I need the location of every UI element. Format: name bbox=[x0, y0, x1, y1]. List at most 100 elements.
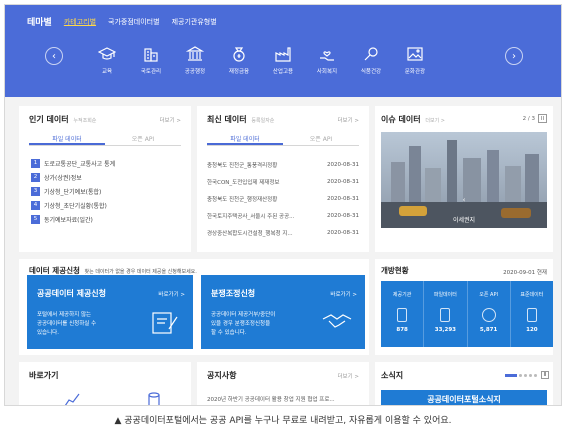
category-land[interactable]: 국토관리 bbox=[129, 45, 173, 75]
list-item[interactable]: 4 기상청_초단기실황(통합) bbox=[31, 198, 115, 212]
issue-data-panel: 이슈 데이터 더보기 > 2 / 3 II ‹ 이세권지 bbox=[375, 106, 553, 252]
slide-pager: 2 / 3 bbox=[522, 116, 535, 122]
building-icon bbox=[397, 308, 408, 322]
pause-button[interactable]: II bbox=[538, 114, 547, 123]
more-link[interactable]: 더보기 > bbox=[425, 118, 445, 124]
panel-title: 소식지 bbox=[381, 371, 404, 380]
chart-icon[interactable] bbox=[63, 392, 81, 406]
slide-dot[interactable] bbox=[519, 374, 522, 377]
tab-national-key-data[interactable]: 국가중점데이터별 bbox=[108, 17, 160, 27]
dispute-mediation-card[interactable]: 분쟁조정신청 바로가기 > 공공데이터 제공거부/중단이 있을 경우 분쟁조정신청… bbox=[201, 275, 365, 349]
document-pen-icon bbox=[152, 312, 178, 334]
portal-screenshot: 테마별 카테고리별 국가중점데이터별 제공기관유형별 ‹ › 교육 국토관리 공… bbox=[4, 4, 562, 406]
newsletter-panel: 소식지 II 공공데이터포털소식지 bbox=[375, 362, 553, 405]
slide-dot[interactable] bbox=[524, 374, 527, 377]
tab-open-api[interactable]: 오픈 API bbox=[105, 132, 181, 145]
category-food-health[interactable]: 식품건강 bbox=[349, 45, 393, 75]
list-item[interactable]: 경상중산복합도시건설청_행복청 지... 2020-08-31 bbox=[207, 224, 359, 241]
factory-icon bbox=[275, 47, 291, 62]
more-link[interactable]: 더보기 > bbox=[159, 116, 181, 124]
money-bag-icon bbox=[233, 47, 245, 62]
building-icon bbox=[144, 48, 158, 62]
card-title: 분쟁조정신청 bbox=[211, 289, 256, 298]
city-skyline-image: ‹ bbox=[381, 140, 547, 228]
stat-standard-data[interactable]: 표준데이터 120 bbox=[511, 281, 553, 347]
category-finance[interactable]: 재정금융 bbox=[217, 45, 261, 75]
recent-data-panel: 최신 데이터 등록일자순 더보기 > 파일 데이터 오픈 API 충청북도 진천… bbox=[197, 106, 369, 252]
prev-arrow-icon[interactable]: ‹ bbox=[45, 47, 63, 65]
slide-caption: 이세권지 bbox=[452, 217, 476, 224]
file-icon bbox=[440, 308, 451, 322]
tab-provider-type[interactable]: 제공기관유형별 bbox=[172, 17, 217, 27]
svg-text:‹: ‹ bbox=[463, 196, 466, 204]
status-date: 2020-09-01 현재 bbox=[503, 270, 547, 276]
category-list: 교육 국토관리 공공행정 재정금융 산업고용 사회복지 식품건강 문화관광 bbox=[85, 45, 437, 75]
magnifier-icon bbox=[364, 47, 378, 61]
category-industry[interactable]: 산업고용 bbox=[261, 45, 305, 75]
panel-title: 공지사항 bbox=[207, 371, 237, 380]
panel-title: 최신 데이터 bbox=[207, 115, 247, 124]
graduation-cap-icon bbox=[98, 47, 116, 60]
next-arrow-icon[interactable]: › bbox=[505, 47, 523, 65]
panel-subtitle: 등록일자순 bbox=[251, 118, 275, 124]
stat-open-api[interactable]: 오픈 API 5,871 bbox=[468, 281, 511, 347]
top-tabs: 테마별 카테고리별 국가중점데이터별 제공기관유형별 bbox=[27, 15, 217, 29]
tab-category[interactable]: 카테고리별 bbox=[64, 17, 96, 27]
slide-dot[interactable] bbox=[505, 374, 517, 377]
list-item[interactable]: 한국CON_도전입입제 제재정보 2020-08-31 bbox=[207, 173, 359, 190]
more-link[interactable]: 더보기 > bbox=[337, 116, 359, 124]
category-welfare[interactable]: 사회복지 bbox=[305, 45, 349, 75]
notice-item[interactable]: 2020년 하반기 공공데이터 활용 창업 지원 협업 프로... bbox=[207, 395, 335, 403]
slide-dot[interactable] bbox=[534, 374, 537, 377]
more-link[interactable]: 더보기 > bbox=[337, 372, 359, 380]
popular-list: 1 도로교통공단_교통사고 통계 2 상가(상권)정보 3 기상청_단기예보(통합) … bbox=[31, 156, 115, 226]
go-link[interactable]: 바로가기 > bbox=[158, 290, 185, 298]
panel-title: 개방현황 bbox=[381, 266, 409, 275]
stats-bar: 제공기관 878 파일데이터 33,293 오픈 API 5,871 표준데이터 120 bbox=[381, 281, 553, 347]
category-admin[interactable]: 공공행정 bbox=[173, 45, 217, 75]
api-icon bbox=[481, 308, 496, 322]
hand-heart-icon bbox=[320, 51, 334, 61]
list-item[interactable]: 충청북도 진천군_통풍격리정황 2020-08-31 bbox=[207, 156, 359, 173]
slide-dot[interactable] bbox=[529, 374, 532, 377]
card-title: 공공데이터 제공신청 bbox=[37, 289, 107, 298]
panel-subtitle: 누적조회순 bbox=[73, 118, 97, 124]
government-building-icon bbox=[186, 46, 204, 61]
picture-icon bbox=[407, 47, 423, 61]
tab-open-api[interactable]: 오픈 API bbox=[283, 132, 359, 145]
issue-image[interactable]: ‹ 이세권지 bbox=[381, 132, 547, 228]
pause-button[interactable]: II bbox=[541, 371, 549, 379]
image-caption: ▲ 공공데이터포털에서는 공공 API를 누구나 무료로 내려받고, 자유롭게 … bbox=[114, 416, 452, 426]
hero-banner: 테마별 카테고리별 국가중점데이터별 제공기관유형별 ‹ › 교육 국토관리 공… bbox=[5, 5, 561, 97]
panel-title: 인기 데이터 bbox=[29, 115, 69, 124]
tab-file-data[interactable]: 파일 데이터 bbox=[29, 132, 105, 145]
panel-title: 바로가기 bbox=[29, 371, 59, 380]
panel-title: 데이터 제공신청 bbox=[29, 266, 80, 275]
list-item[interactable]: 한국토지주택공사_서울시 주된 공공... 2020-08-31 bbox=[207, 207, 359, 224]
category-culture[interactable]: 문화관광 bbox=[393, 45, 437, 75]
notice-panel: 공지사항 더보기 > 2020년 하반기 공공데이터 활용 창업 지원 협업 프… bbox=[197, 362, 369, 405]
data-type-tabs: 파일 데이터 오픈 API bbox=[207, 132, 359, 146]
data-type-tabs: 파일 데이터 오픈 API bbox=[29, 132, 181, 146]
provide-request-card[interactable]: 공공데이터 제공신청 바로가기 > 포털에서 제공하지 않는 공공데이터를 신청하… bbox=[27, 275, 193, 349]
category-education[interactable]: 교육 bbox=[85, 45, 129, 75]
database-icon bbox=[526, 308, 537, 322]
shortcuts-panel: 바로가기 bbox=[19, 362, 191, 406]
panel-title: 이슈 데이터 bbox=[381, 115, 421, 124]
stat-providers[interactable]: 제공기관 878 bbox=[381, 281, 425, 347]
tab-theme[interactable]: 테마별 bbox=[27, 15, 52, 28]
list-item[interactable]: 5 동기예보자료(일간) bbox=[31, 212, 115, 226]
stat-file-data[interactable]: 파일데이터 33,293 bbox=[424, 281, 468, 347]
go-link[interactable]: 바로가기 > bbox=[330, 290, 357, 298]
list-item[interactable]: 충청북도 진천군_행정재산정황 2020-08-31 bbox=[207, 190, 359, 207]
newsletter-banner[interactable]: 공공데이터포털소식지 bbox=[381, 390, 547, 405]
list-item[interactable]: 1 도로교통공단_교통사고 통계 bbox=[31, 156, 115, 170]
slide-dots bbox=[505, 374, 537, 377]
handshake-icon bbox=[322, 314, 352, 328]
tab-file-data[interactable]: 파일 데이터 bbox=[207, 132, 283, 145]
popular-data-panel: 인기 데이터 누적조회순 더보기 > 파일 데이터 오픈 API 1 도로교통공단… bbox=[19, 106, 191, 252]
database-icon[interactable] bbox=[147, 392, 161, 406]
recent-list: 충청북도 진천군_통풍격리정황 2020-08-31 한국CON_도전입입제 제재… bbox=[207, 156, 359, 241]
list-item[interactable]: 3 기상청_단기예보(통합) bbox=[31, 184, 115, 198]
list-item[interactable]: 2 상가(상권)정보 bbox=[31, 170, 115, 184]
